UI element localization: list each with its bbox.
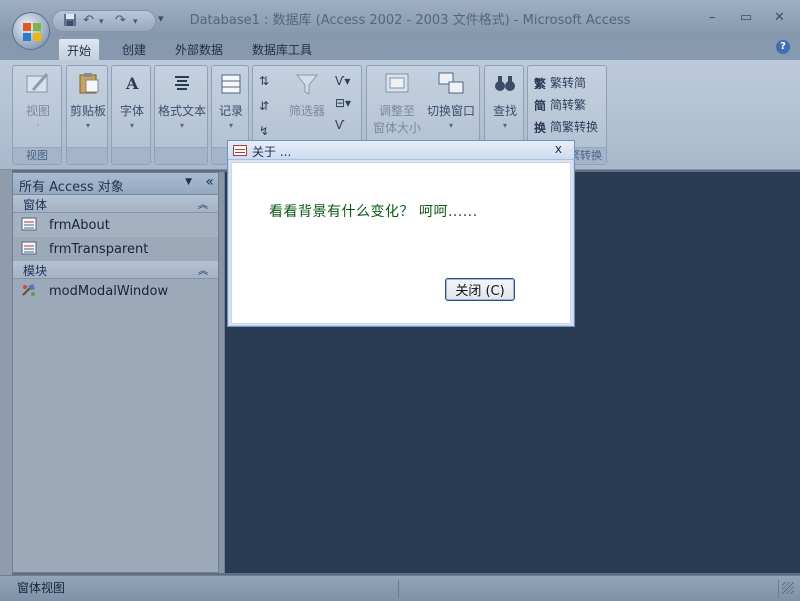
font-button[interactable]: A 字体 ▾ <box>113 70 151 130</box>
group-font: A 字体 ▾ <box>111 65 151 165</box>
close-button[interactable]: 关闭 (C) <box>445 278 515 301</box>
status-text: 窗体视图 <box>17 581 66 595</box>
align-text-icon <box>175 76 189 90</box>
view-icon <box>26 73 49 93</box>
view-button[interactable]: 视图 · <box>19 70 57 130</box>
convert-icon: 换 <box>534 120 547 133</box>
dialog-title-bar[interactable]: 关于 ... x <box>228 141 574 160</box>
nav-section-modules[interactable]: 模块 ︽ <box>13 261 218 279</box>
font-icon: A <box>125 74 139 93</box>
size-to-fit-button[interactable]: 调整至 窗体大小 <box>369 70 425 136</box>
svg-text:换: 换 <box>534 120 547 133</box>
close-window-button[interactable]: ✕ <box>774 10 785 25</box>
form-icon <box>21 217 37 231</box>
nav-pane-header[interactable]: 所有 Access 对象 ▼ « <box>13 173 218 195</box>
status-bar: 窗体视图 <box>0 575 800 601</box>
dialog-title: 关于 ... <box>252 145 292 159</box>
chinese-conversion-button[interactable]: 换简繁转换 <box>534 118 598 135</box>
group-rich-text: 格式文本 ▾ <box>154 65 208 165</box>
dialog-body: 看看背景有什么变化？ 呵呵...... 关闭 (C) <box>231 162 571 324</box>
sort-ascending-icon[interactable]: ⇅ <box>259 74 269 88</box>
nav-menu-dropdown-icon[interactable]: ▼ <box>185 177 192 187</box>
help-icon[interactable]: ? <box>776 40 790 54</box>
form-icon <box>21 241 37 255</box>
nav-item-frmabout[interactable]: frmAbout <box>13 213 218 237</box>
advanced-filter-icon[interactable]: ⊟▾ <box>335 96 351 110</box>
binoculars-icon <box>495 76 515 91</box>
dialog-close-button[interactable]: x <box>555 142 562 156</box>
clipboard-button[interactable]: 剪贴板 ▾ <box>68 70 108 130</box>
group-view: 视图 · 视图 <box>12 65 62 165</box>
switch-windows-icon <box>438 72 464 94</box>
records-button[interactable]: 记录 ▾ <box>213 70 249 130</box>
minimize-button[interactable]: – <box>709 10 716 25</box>
maximize-button[interactable]: ▭ <box>740 10 752 25</box>
selection-filter-icon[interactable]: Ѵ▾ <box>335 74 350 88</box>
svg-text:A: A <box>125 74 139 93</box>
filter-button[interactable]: 筛选器 <box>285 70 329 119</box>
records-icon <box>221 74 241 94</box>
collapse-pane-icon[interactable]: « <box>205 174 214 190</box>
switch-windows-button[interactable]: 切换窗口 ▾ <box>423 70 479 130</box>
convert-icon: 繁 <box>534 76 547 89</box>
office-button[interactable] <box>12 12 50 50</box>
tab-home[interactable]: 开始 <box>58 38 101 60</box>
find-button[interactable]: 查找 ▾ <box>486 70 524 130</box>
tab-create[interactable]: 创建 <box>114 38 154 60</box>
title-bar: ↶ ▾ ↷ ▾ ▾ Database1 : 数据库 (Access 2002 -… <box>0 0 800 36</box>
office-logo-icon <box>23 23 41 41</box>
filter-icon <box>295 74 319 95</box>
dialog-message: 看看背景有什么变化？ 呵呵...... <box>269 204 478 220</box>
svg-text:繁: 繁 <box>534 76 547 89</box>
about-dialog: 关于 ... x 看看背景有什么变化？ 呵呵...... 关闭 (C) <box>227 140 575 327</box>
navigation-pane: 所有 Access 对象 ▼ « 窗体 ︽ frmAbout frmTransp… <box>12 172 219 573</box>
group-label-view: 视图 <box>13 147 61 164</box>
size-to-fit-icon <box>385 73 409 93</box>
module-icon <box>22 284 35 296</box>
nav-item-modmodalwindow[interactable]: modModalWindow <box>13 279 218 303</box>
collapse-section-icon[interactable]: ︽ <box>198 262 208 277</box>
clear-sort-icon[interactable]: ↯ <box>259 124 269 138</box>
nav-item-frmtransparent[interactable]: frmTransparent <box>13 237 218 261</box>
resize-grip-icon[interactable] <box>782 582 794 594</box>
nav-section-forms[interactable]: 窗体 ︽ <box>13 195 218 213</box>
svg-text:简: 简 <box>534 98 546 111</box>
tab-database-tools[interactable]: 数据库工具 <box>244 38 320 60</box>
group-clipboard: 剪贴板 ▾ <box>66 65 108 165</box>
sort-descending-icon[interactable]: ⇵ <box>259 99 269 113</box>
collapse-section-icon[interactable]: ︽ <box>198 196 208 211</box>
clipboard-icon <box>79 73 99 94</box>
convert-icon: 简 <box>534 98 546 111</box>
tab-external-data[interactable]: 外部数据 <box>167 38 231 60</box>
rich-text-button[interactable]: 格式文本 ▾ <box>156 70 208 130</box>
toggle-filter-icon[interactable]: Ѵ <box>335 118 344 132</box>
simplified-to-traditional-button[interactable]: 简简转繁 <box>534 96 586 113</box>
traditional-to-simplified-button[interactable]: 繁繁转简 <box>534 74 586 91</box>
form-icon <box>233 145 247 156</box>
window-title: Database1 : 数据库 (Access 2002 - 2003 文件格式… <box>189 13 631 28</box>
ribbon-tabs: 开始 创建 外部数据 数据库工具 ? <box>0 36 800 60</box>
